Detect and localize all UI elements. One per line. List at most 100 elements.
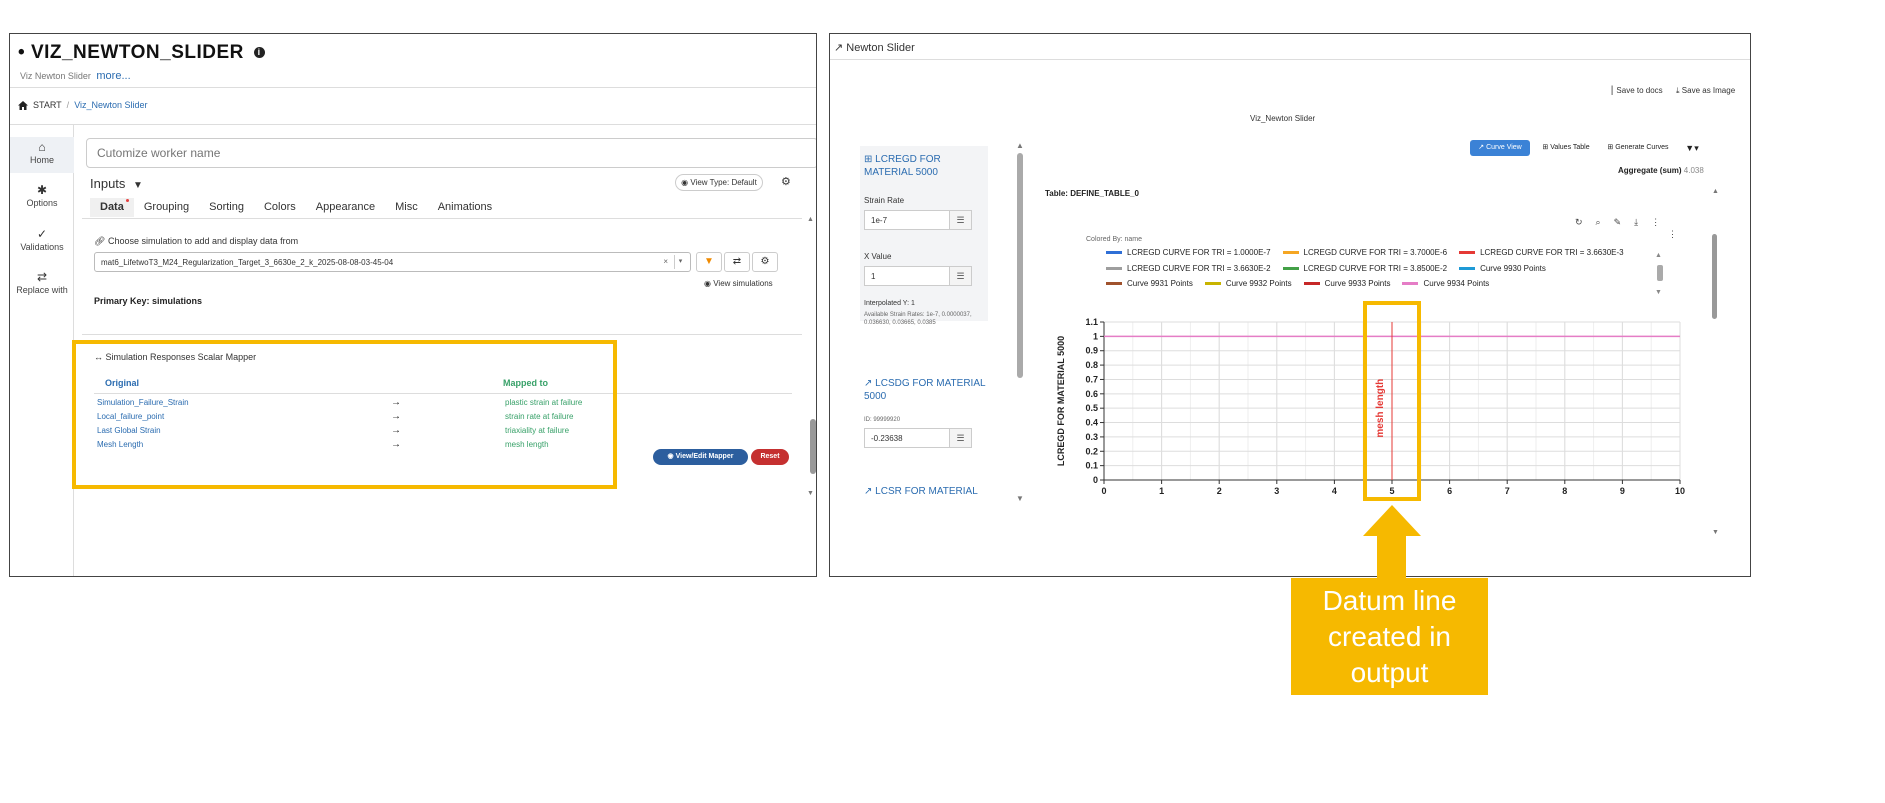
view-simulations-link[interactable]: ◉ View simulations [704,279,773,288]
y-tick-label: 0.3 [1085,432,1098,442]
chart-scroll-up-icon[interactable]: ▲ [1712,188,1719,195]
choose-simulation-label: 🔗︎ Choose simulation to add and display … [94,236,298,247]
x-tick-label: 6 [1447,486,1452,496]
chevron-down-icon[interactable]: ▾ [674,255,686,269]
x-tick-label: 2 [1217,486,1222,496]
rail-item-options[interactable]: ✱ Options [10,183,74,208]
rail-item-validations[interactable]: ✓ Validations [10,227,74,252]
divider [10,87,816,88]
required-dot [125,199,129,202]
tab-label: Sorting [209,201,244,213]
rail-label: Replace with [16,285,68,295]
side-rail: ⌂ Home ✱ Options ✓ Validations ⇄ Replace… [10,125,74,576]
y-tick-label: 0.5 [1085,403,1098,413]
y-tick-label: 0.6 [1085,389,1098,399]
reset-button[interactable]: Reset [751,449,789,465]
settings-gear-icon[interactable]: ⚙ [781,175,791,188]
eye-icon: ◉ [681,178,689,187]
clear-icon[interactable]: × [663,257,668,266]
screenshot-stage: • VIZ_NEWTON_SLIDER i Viz Newton Slider … [0,0,1885,803]
view-type-label: View Type: Default [690,178,757,187]
tab-appearance[interactable]: Appearance [306,198,385,217]
x-tick-label: 4 [1332,486,1337,496]
subtitle-text: Viz Newton Slider [20,71,91,81]
simulation-select[interactable]: mat6_LifetwoT3_M24_Regularization_Target… [94,252,691,272]
view-edit-label: View/Edit Mapper [675,453,734,460]
callout-arrow-shaft [1377,535,1406,578]
scroll-down-icon[interactable]: ▼ [807,490,814,497]
breadcrumb-start[interactable]: START [33,100,62,110]
eye-icon: ◉ [667,453,674,460]
x-tick-label: 3 [1274,486,1279,496]
chart-scroll-down-icon[interactable]: ▼ [1712,529,1719,536]
y-tick-label: 1.1 [1085,317,1098,327]
tab-label: Data [100,201,124,213]
tab-label: Appearance [315,201,376,213]
rail-label: Options [26,198,58,208]
tab-label: Colors [263,201,296,213]
callout-arrow-head [1363,505,1421,536]
breadcrumb-separator: / [66,100,70,110]
title-text: VIZ_NEWTON_SLIDER [30,42,244,63]
divider [10,124,816,125]
info-icon[interactable]: i [253,47,265,59]
check-icon: ✓ [36,227,48,241]
y-tick-label: 0.2 [1085,446,1098,456]
y-tick-label: 0.8 [1085,360,1098,370]
home-icon [18,100,28,110]
scroll-up-icon[interactable]: ▲ [807,216,814,223]
chart-scrollbar[interactable] [1712,234,1717,319]
datum-callout: Datum line created in output [1291,578,1488,695]
tab-label: Grouping [143,201,190,213]
rail-item-home[interactable]: ⌂ Home [10,137,74,173]
swap-icon: ⇄ [36,270,48,284]
y-tick-label: 0 [1093,475,1098,485]
tab-misc[interactable]: Misc [385,198,428,217]
x-tick-label: 0 [1101,486,1106,496]
breadcrumb-current[interactable]: Viz_Newton Slider [74,100,147,110]
tab-data[interactable]: Data [90,198,134,217]
tab-colors[interactable]: Colors [254,198,306,217]
filter-icon[interactable]: ▼ [696,252,722,272]
worker-config-panel: • VIZ_NEWTON_SLIDER i Viz Newton Slider … [9,33,817,577]
x-tick-label: 9 [1620,486,1625,496]
tab-grouping[interactable]: Grouping [134,198,199,217]
caret-down-icon: ▼ [133,180,143,191]
inputs-label: Inputs [90,176,126,191]
y-axis-label: LCREGD FOR MATERIAL 5000 [1056,336,1066,466]
tab-label: Animations [437,201,493,213]
x-tick-label: 7 [1505,486,1510,496]
view-type-button[interactable]: ◉ View Type: Default [675,174,763,191]
gear-icon[interactable]: ⚙ [752,252,778,272]
choose-label-text: Choose simulation to add and display dat… [107,236,299,246]
page-title: • VIZ_NEWTON_SLIDER i [18,42,265,64]
input-tabs: Data Grouping Sorting Colors Appearance … [90,198,502,217]
x-tick-label: 10 [1675,486,1685,496]
link-icon: 🔗︎ [94,236,106,246]
rail-item-replace[interactable]: ⇄ Replace with [10,270,74,295]
breadcrumb: START / Viz_Newton Slider [18,100,148,110]
scrollbar[interactable] [810,419,816,474]
title-bullet: • [18,42,26,63]
worker-name-input[interactable] [86,138,816,168]
mapper-highlight-box [72,340,617,489]
divider [82,218,802,219]
tab-animations[interactable]: Animations [428,198,502,217]
compare-icon[interactable]: ⇄ [724,252,750,272]
y-tick-label: 0.9 [1085,346,1098,356]
rail-label: Validations [20,242,64,252]
view-simulations-label: View simulations [713,279,773,288]
selected-simulation: mat6_LifetwoT3_M24_Regularization_Target… [101,258,394,267]
view-edit-mapper-button[interactable]: ◉ View/Edit Mapper [653,449,748,465]
y-tick-label: 0.7 [1085,374,1098,384]
y-tick-label: 0.1 [1085,461,1098,471]
y-tick-label: 1 [1093,331,1098,341]
divider [82,334,802,335]
tab-sorting[interactable]: Sorting [199,198,254,217]
primary-key-label: Primary Key: simulations [94,296,203,306]
tab-label: Misc [395,201,418,213]
rail-label: Home [29,155,54,165]
inputs-dropdown[interactable]: Inputs ▼ [90,176,143,191]
more-link[interactable]: more... [96,70,130,82]
visualization-panel: ↗ Newton Slider ⎮ Save to docs ⤓ Save as… [829,33,1751,577]
